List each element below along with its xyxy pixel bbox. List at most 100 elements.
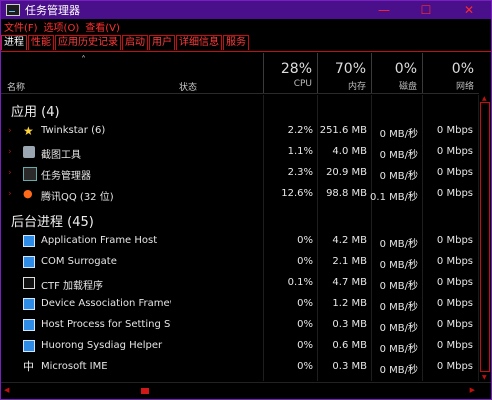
process-cpu: 1.1% [287,146,313,157]
bg-row-huorong[interactable]: Huorong Sysdiag Helper 0% 0.6 MB 0 MB/秒 … [1,336,479,357]
tab-startup[interactable]: 启动 [122,35,148,50]
process-cpu: 0% [297,340,313,351]
window-controls: — ☐ ✕ [363,1,491,19]
horizontal-scroll-thumb[interactable] [141,388,149,394]
column-memory[interactable]: 70% 内存 [317,53,372,93]
process-memory: 4.0 MB [332,146,367,157]
host-process-icon [23,319,35,331]
menu-view[interactable]: 查看(V) [82,19,123,34]
process-memory: 1.2 MB [332,298,367,309]
title-bar[interactable]: 任务管理器 — ☐ ✕ [1,1,491,19]
app-row-snipping[interactable]: › 截图工具 1.1% 4.0 MB 0 MB/秒 0 Mbps [1,142,479,163]
expand-chevron-icon[interactable]: › [8,126,12,136]
process-name: COM Surrogate [41,256,117,267]
menu-bar: 文件(F) 选项(O) 查看(V) [1,19,123,34]
minimize-button[interactable]: — [363,1,405,19]
vertical-scrollbar[interactable]: ▲ ▼ [478,95,491,381]
snipping-tool-icon [23,146,35,158]
tab-services[interactable]: 服务 [223,35,249,50]
tab-details[interactable]: 详细信息 [176,35,222,50]
close-button[interactable]: ✕ [447,1,491,19]
bg-row-app-frame-host[interactable]: Application Frame Host 0% 4.2 MB 0 MB/秒 … [1,231,479,252]
expand-chevron-icon[interactable]: › [8,189,12,199]
process-name: Host Process for Setting Sync... [41,319,171,330]
network-label: 网络 [455,82,474,92]
process-network: 0 Mbps [436,256,473,267]
scroll-up-icon[interactable]: ▲ [482,95,487,102]
process-disk: 0 MB/秒 [379,302,418,313]
bg-row-host-process[interactable]: Host Process for Setting Sync... 0% 0.3 … [1,315,479,336]
scroll-down-icon[interactable]: ▼ [482,374,487,381]
task-manager-icon [23,167,37,181]
app-row-qq[interactable]: › ● 腾讯QQ (32 位) 12.6% 98.8 MB 0.1 MB/秒 0… [1,184,479,205]
process-name: CTF 加载程序 [41,281,104,292]
menu-file[interactable]: 文件(F) [1,19,41,34]
process-memory: 20.9 MB [326,167,367,178]
process-network: 0 Mbps [436,277,473,288]
bg-row-com-surrogate[interactable]: COM Surrogate 0% 2.1 MB 0 MB/秒 0 Mbps [1,252,479,273]
huorong-icon [23,340,35,352]
process-cpu: 0% [297,256,313,267]
vertical-scroll-thumb[interactable] [480,102,490,372]
process-name: Twinkstar (6) [41,125,106,136]
tab-app-history[interactable]: 应用历史记录 [55,35,121,50]
column-status[interactable]: 状态 [179,80,197,93]
disk-percent: 0% [394,61,417,77]
column-cpu[interactable]: 28% CPU [263,53,318,93]
process-cpu: 12.6% [281,188,313,199]
memory-label: 内存 [347,82,366,92]
process-network: 0 Mbps [436,298,473,309]
process-disk: 0 MB/秒 [379,150,418,161]
process-name: Device Association Framewor... [41,298,171,309]
tab-divider [1,51,491,52]
column-disk[interactable]: 0% 磁盘 [371,53,423,93]
process-disk: 0 MB/秒 [379,323,418,334]
bg-row-ctf[interactable]: CTF 加载程序 0.1% 4.7 MB 0 MB/秒 0 Mbps [1,273,479,294]
sort-up-icon: ˄ [81,55,86,66]
process-name: Application Frame Host [41,235,158,246]
task-manager-icon [6,4,20,16]
process-name: 截图工具 [41,150,81,161]
expand-chevron-icon[interactable]: › [8,147,12,157]
tab-users[interactable]: 用户 [149,35,175,50]
memory-percent: 70% [334,61,366,77]
process-memory: 2.1 MB [332,256,367,267]
maximize-button[interactable]: ☐ [405,1,447,19]
group-background[interactable]: 后台进程 (45) [1,205,479,231]
process-cpu: 0% [297,235,313,246]
process-disk: 0 MB/秒 [379,365,418,376]
bg-row-device-association[interactable]: Device Association Framewor... 0% 1.2 MB… [1,294,479,315]
process-disk: 0 MB/秒 [379,281,418,292]
app-row-task-manager[interactable]: › 任务管理器 2.3% 20.9 MB 0 MB/秒 0 Mbps [1,163,479,184]
process-memory: 0.3 MB [332,361,367,372]
cpu-label: CPU [293,79,312,89]
horizontal-scrollbar[interactable]: ◀ ▶ [1,382,491,399]
process-name: Microsoft IME [41,361,108,372]
column-network[interactable]: 0% 网络 [422,53,480,93]
cpu-percent: 28% [280,61,312,77]
tab-processes[interactable]: 进程 [1,35,27,50]
bg-row-microsoft-ime[interactable]: 中 Microsoft IME 0% 0.3 MB 0 MB/秒 0 Mbps [1,357,479,378]
scroll-right-icon[interactable]: ▶ [470,386,475,394]
group-background-label: 后台进程 (45) [11,215,94,230]
group-apps[interactable]: 应用 (4) [1,95,479,121]
menu-options[interactable]: 选项(O) [41,19,83,34]
tab-performance[interactable]: 性能 [28,35,54,50]
star-icon: ★ [23,124,34,138]
process-memory: 4.7 MB [332,277,367,288]
column-name[interactable]: 名称 [7,80,25,93]
process-cpu: 0% [297,319,313,330]
scroll-left-icon[interactable]: ◀ [4,386,9,394]
qq-icon: ● [23,187,33,200]
process-network: 0 Mbps [436,125,473,136]
expand-chevron-icon[interactable]: › [8,168,12,178]
process-list: 应用 (4) › ★ Twinkstar (6) 2.2% 251.6 MB 0… [1,95,479,381]
process-cpu: 0% [297,361,313,372]
process-network: 0 Mbps [436,361,473,372]
process-name: Huorong Sysdiag Helper [41,340,163,351]
process-cpu: 2.3% [287,167,313,178]
process-network: 0 Mbps [436,319,473,330]
group-apps-label: 应用 (4) [11,105,60,120]
device-icon [23,298,35,310]
app-row-twinkstar[interactable]: › ★ Twinkstar (6) 2.2% 251.6 MB 0 MB/秒 0… [1,121,479,142]
